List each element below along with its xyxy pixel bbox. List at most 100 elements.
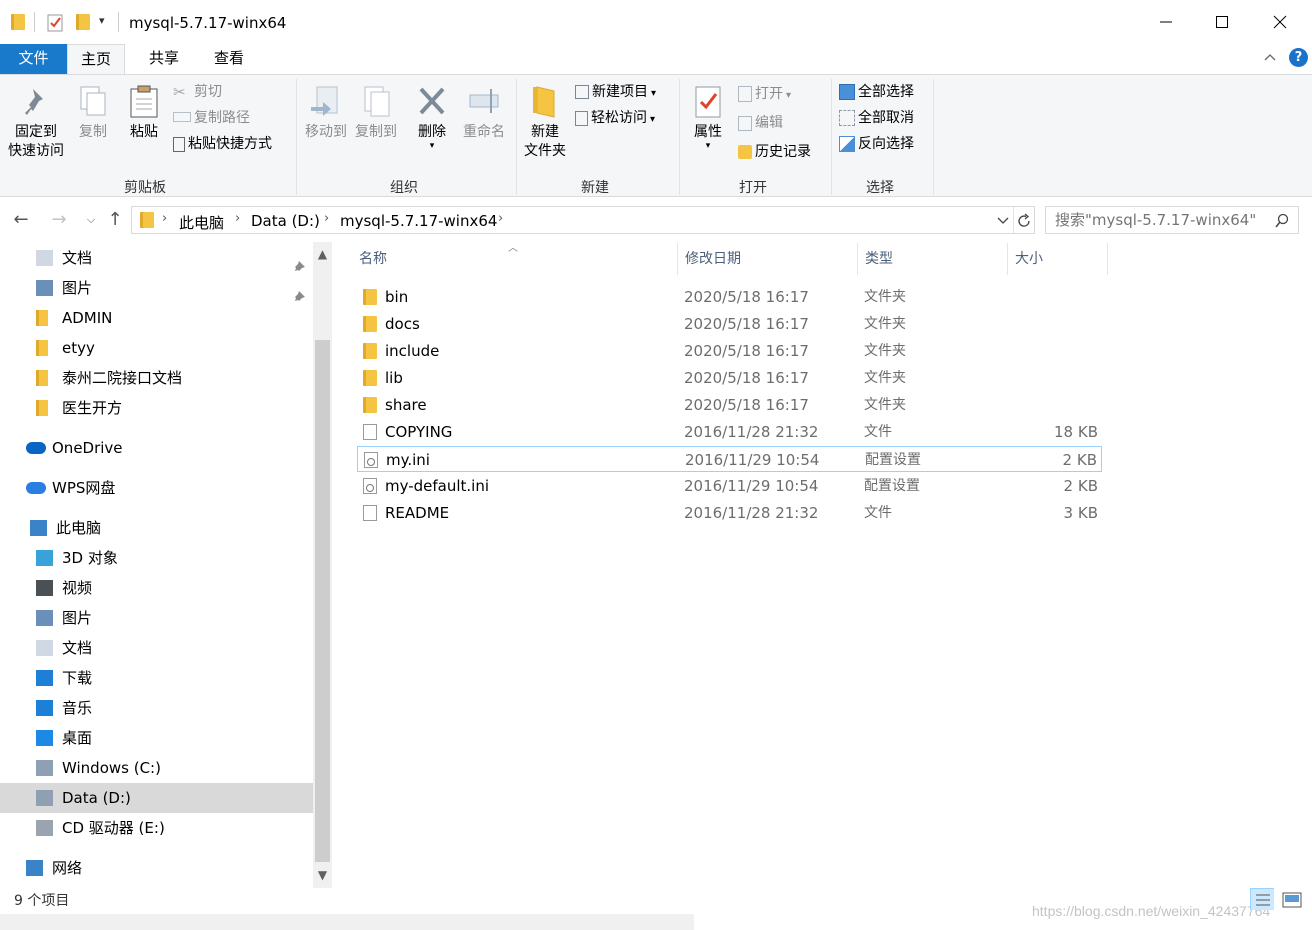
scroll-up-icon[interactable]: ▲ xyxy=(313,244,332,264)
address-dropdown-icon[interactable] xyxy=(996,215,1010,227)
column-divider[interactable] xyxy=(1107,243,1108,275)
minimize-icon[interactable] xyxy=(1156,12,1176,32)
tab-view[interactable]: 查看 xyxy=(204,44,254,74)
new-folder-qa-icon[interactable] xyxy=(76,14,90,30)
properties-qa-icon[interactable] xyxy=(47,13,65,32)
pinned-icon[interactable] xyxy=(294,252,306,271)
scroll-down-icon[interactable]: ▼ xyxy=(313,865,332,885)
tab-share[interactable]: 共享 xyxy=(139,44,189,74)
details-view-icon[interactable] xyxy=(1250,888,1274,910)
select-none-button[interactable]: 全部取消 xyxy=(839,107,914,129)
file-row[interactable]: include 2020/5/18 16:17 文件夹 xyxy=(357,338,1102,364)
nav-item[interactable]: 图片 xyxy=(0,603,313,633)
documents-icon xyxy=(36,250,53,266)
recent-locations-dropdown[interactable]: ⌵ xyxy=(80,209,102,231)
chevron-right-icon[interactable]: › xyxy=(162,211,167,226)
paste-shortcut-button[interactable]: 粘贴快捷方式 xyxy=(173,133,272,155)
nav-item[interactable]: 文档 xyxy=(0,633,313,663)
search-icon[interactable] xyxy=(1274,213,1290,229)
forward-button[interactable]: → xyxy=(48,209,70,231)
collapse-ribbon-icon[interactable] xyxy=(1263,50,1277,64)
rename-button[interactable]: 重命名 xyxy=(458,85,510,142)
nav-item[interactable]: 文档 xyxy=(0,243,313,273)
chevron-right-icon[interactable]: › xyxy=(498,211,503,226)
nav-item[interactable]: 视频 xyxy=(0,573,313,603)
file-row[interactable]: README 2016/11/28 21:32 文件 3 KB xyxy=(357,500,1102,526)
nav-item[interactable]: 音乐 xyxy=(0,693,313,723)
nav-item[interactable]: 3D 对象 xyxy=(0,543,313,573)
address-bar[interactable]: › 此电脑 › Data (D:) › mysql-5.7.17-winx64 … xyxy=(131,206,1035,234)
column-divider[interactable] xyxy=(857,243,858,275)
nav-item[interactable]: Windows (C:) xyxy=(0,753,313,783)
copy-to-button[interactable]: 复制到 xyxy=(352,85,400,142)
nav-item[interactable]: 此电脑 xyxy=(0,513,313,543)
delete-button[interactable]: 删除 ▾ xyxy=(412,85,452,151)
edit-button[interactable]: 编辑 xyxy=(738,112,783,134)
file-row[interactable]: COPYING 2016/11/28 21:32 文件 18 KB xyxy=(357,419,1102,445)
tab-file[interactable]: 文件 xyxy=(0,44,67,74)
column-divider[interactable] xyxy=(1007,243,1008,275)
nav-item[interactable]: 泰州二院接口文档 xyxy=(0,363,313,393)
new-folder-button[interactable]: 新建 文件夹 xyxy=(520,85,570,161)
nav-item[interactable]: OneDrive xyxy=(0,433,313,463)
new-item-button[interactable]: 新建项目 ▾ xyxy=(575,81,656,103)
nav-item[interactable]: 医生开方 xyxy=(0,393,313,423)
edit-icon xyxy=(738,115,752,131)
copy-button[interactable]: 复制 xyxy=(74,85,112,142)
breadcrumb-drive-d[interactable]: Data (D:) xyxy=(251,212,320,230)
file-row[interactable]: lib 2020/5/18 16:17 文件夹 xyxy=(357,365,1102,391)
nav-item[interactable]: 桌面 xyxy=(0,723,313,753)
properties-button[interactable]: 属性 ▾ xyxy=(688,85,728,151)
search-box[interactable] xyxy=(1045,206,1299,234)
breadcrumb-mysql-folder[interactable]: mysql-5.7.17-winx64 xyxy=(340,212,497,230)
column-divider[interactable] xyxy=(677,243,678,275)
pinned-icon[interactable] xyxy=(294,282,306,301)
paste-button[interactable]: 粘贴 xyxy=(125,85,163,142)
nav-scrollbar[interactable]: ▲ ▼ xyxy=(313,242,332,888)
maximize-icon[interactable] xyxy=(1212,12,1232,32)
move-to-button[interactable]: 移动到 xyxy=(302,85,350,142)
breadcrumb-this-pc[interactable]: 此电脑 xyxy=(179,212,224,233)
column-header-name[interactable]: 名称 xyxy=(359,243,387,275)
nav-item[interactable]: WPS网盘 xyxy=(0,473,313,503)
nav-item[interactable]: 网络 xyxy=(0,853,313,883)
copy-path-button[interactable]: 复制路径 xyxy=(173,107,250,129)
nav-item[interactable]: 图片 xyxy=(0,273,313,303)
nav-item[interactable]: etyy xyxy=(0,333,313,363)
nav-item[interactable]: CD 驱动器 (E:) xyxy=(0,813,313,843)
tab-home[interactable]: 主页 xyxy=(67,44,125,75)
pin-to-quick-access-button[interactable]: 固定到 快速访问 xyxy=(6,85,66,161)
customize-qa-dropdown-icon[interactable]: ▾ xyxy=(99,14,105,27)
file-row[interactable]: my-default.ini 2016/11/29 10:54 配置设置 2 KB xyxy=(357,473,1102,499)
organize-group-label: 组织 xyxy=(390,180,418,196)
drive-c-icon xyxy=(36,760,53,776)
column-header-date[interactable]: 修改日期 xyxy=(685,243,741,275)
file-row[interactable]: my.ini 2016/11/29 10:54 配置设置 2 KB xyxy=(357,446,1102,472)
nav-item[interactable]: 下载 xyxy=(0,663,313,693)
scroll-thumb[interactable] xyxy=(315,340,330,862)
column-header-type[interactable]: 类型 xyxy=(865,243,893,275)
nav-item[interactable]: Data (D:) xyxy=(0,783,313,813)
file-row[interactable]: share 2020/5/18 16:17 文件夹 xyxy=(357,392,1102,418)
large-icons-view-icon[interactable] xyxy=(1280,888,1304,910)
search-input[interactable] xyxy=(1055,211,1265,229)
history-button[interactable]: 历史记录 xyxy=(738,141,811,163)
select-all-button[interactable]: 全部选择 xyxy=(839,81,914,103)
open-button[interactable]: 打开 ▾ xyxy=(738,83,791,105)
cut-button[interactable]: ✂ 剪切 xyxy=(173,81,222,103)
file-date: 2020/5/18 16:17 xyxy=(684,342,809,360)
file-row[interactable]: bin 2020/5/18 16:17 文件夹 xyxy=(357,284,1102,310)
chevron-right-icon[interactable]: › xyxy=(235,211,240,226)
nav-item[interactable]: ADMIN xyxy=(0,303,313,333)
up-button[interactable]: ↑ xyxy=(104,209,126,231)
back-button[interactable]: ← xyxy=(10,209,32,231)
chevron-right-icon[interactable]: › xyxy=(324,211,329,226)
column-header-size[interactable]: 大小 xyxy=(1015,243,1043,275)
close-icon[interactable] xyxy=(1270,12,1290,32)
file-row[interactable]: docs 2020/5/18 16:17 文件夹 xyxy=(357,311,1102,337)
refresh-icon[interactable] xyxy=(1016,213,1032,229)
invert-selection-button[interactable]: 反向选择 xyxy=(839,133,914,155)
folder-icon[interactable] xyxy=(11,14,25,30)
easy-access-button[interactable]: 轻松访问 ▾ xyxy=(575,107,655,129)
help-icon[interactable]: ? xyxy=(1289,48,1308,67)
